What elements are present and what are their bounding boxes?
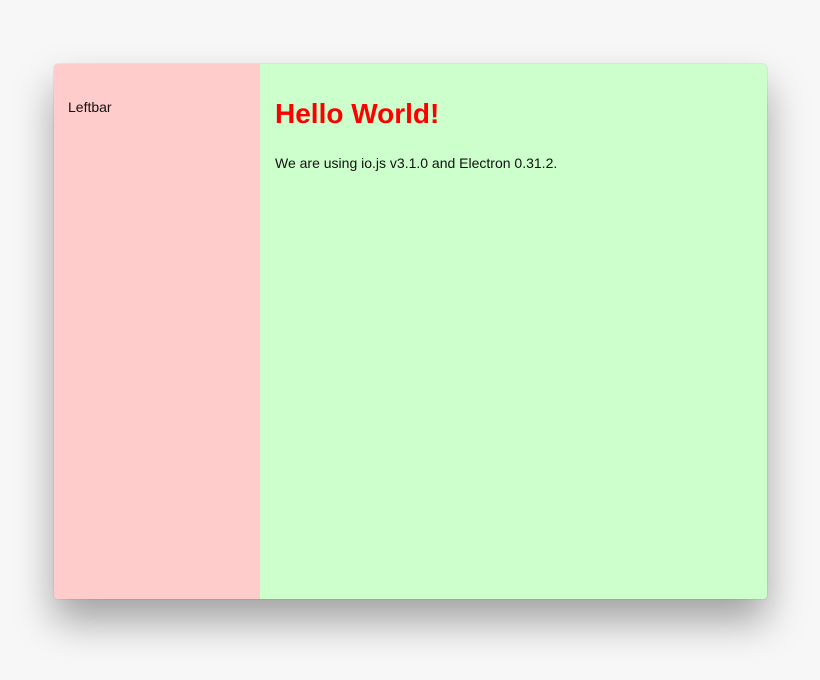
version-message: We are using io.js v3.1.0 and Electron 0…: [275, 155, 558, 171]
main-content: Hello World! We are using io.js v3.1.0 a…: [260, 64, 767, 599]
leftbar-label: Leftbar: [68, 99, 112, 115]
page-title: Hello World!: [275, 98, 440, 129]
app-window: Leftbar Hello World! We are using io.js …: [54, 64, 767, 599]
leftbar: Leftbar: [54, 64, 260, 599]
